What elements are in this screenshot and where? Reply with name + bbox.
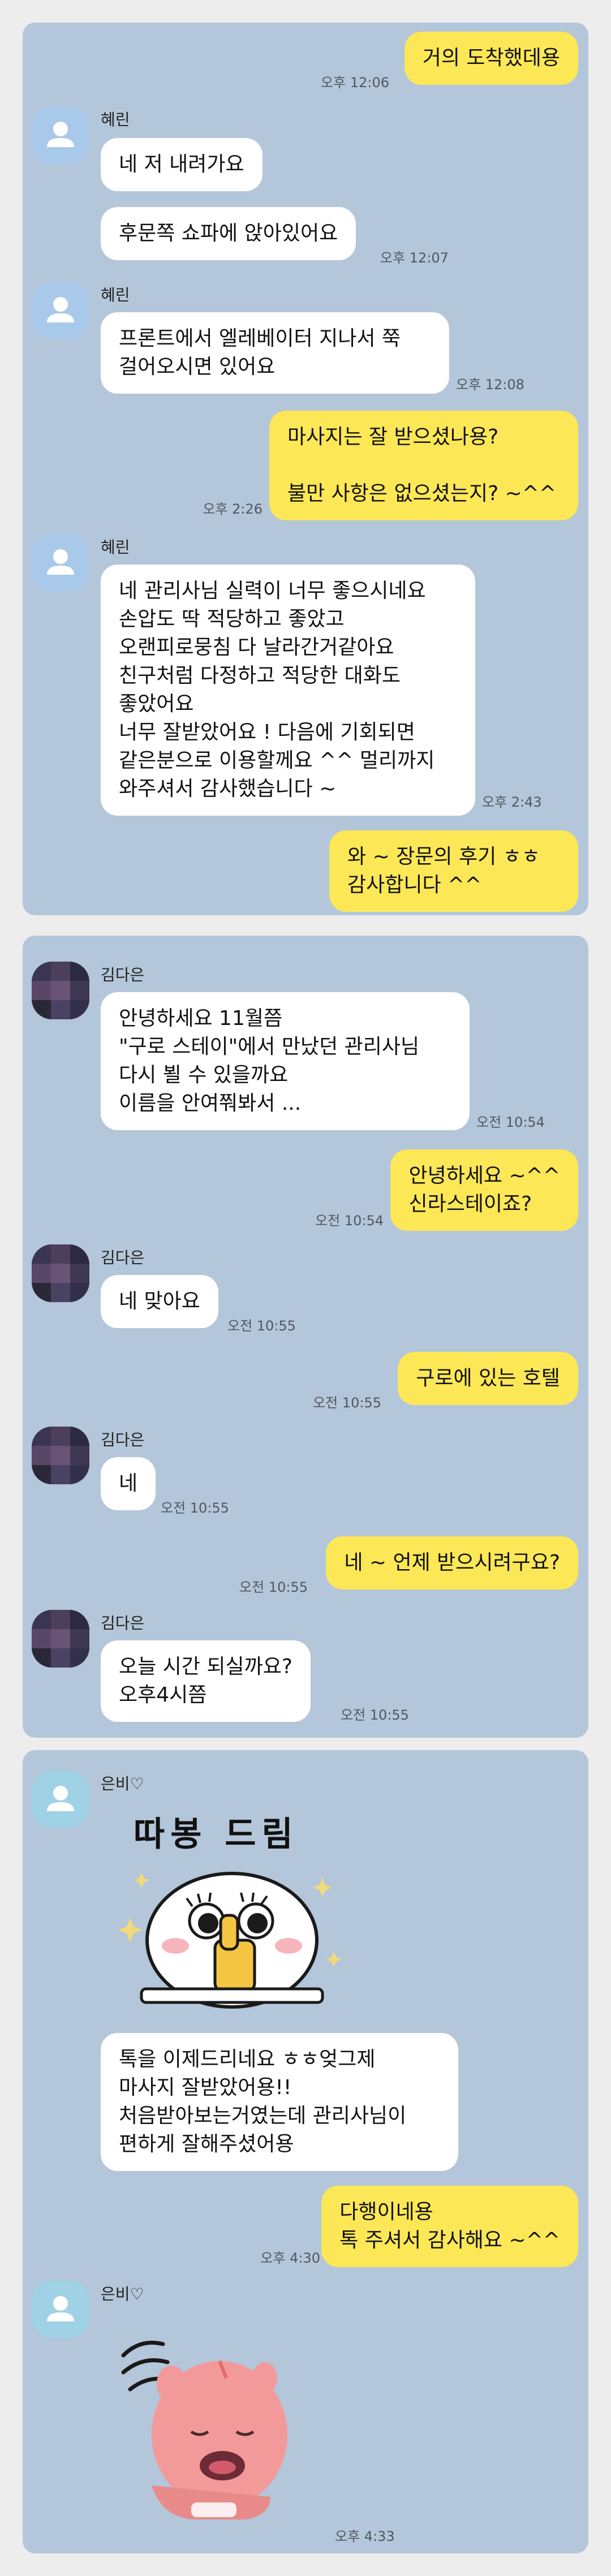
sender-name: 김다은 bbox=[101, 1431, 145, 1449]
chat-card-1: 거의 도착했데용 오후 12:06 혜린 네 저 내려가요 후문쪽 쇼파에 앉아… bbox=[23, 23, 588, 915]
outgoing-message[interactable]: 거의 도착했데용 bbox=[404, 32, 578, 85]
message-time: 오전 10:55 bbox=[341, 1707, 409, 1723]
message-time: 오후 4:33 bbox=[335, 2528, 395, 2544]
message-time: 오후 12:08 bbox=[456, 377, 524, 393]
message-time: 오전 10:55 bbox=[313, 1395, 381, 1411]
sender-name: 혜린 bbox=[101, 286, 130, 304]
pixelated-profile-photo bbox=[32, 1610, 89, 1668]
message-time: 오전 10:55 bbox=[161, 1500, 229, 1516]
pink-creature-sticker[interactable] bbox=[101, 2316, 304, 2531]
profile-avatar[interactable] bbox=[32, 1244, 89, 1302]
message-time: 오후 2:26 bbox=[203, 501, 263, 517]
profile-avatar[interactable] bbox=[32, 534, 89, 592]
message-time: 오후 12:07 bbox=[380, 250, 449, 266]
outgoing-message[interactable]: 마사지는 잘 받으셨나용? 불만 사항은 없으셨는지? ~^^ bbox=[269, 411, 578, 520]
incoming-message[interactable]: 안녕하세요 11월쯤 "구로 스테이"에서 만났던 관리사님 다시 뵐 수 있을… bbox=[101, 992, 470, 1130]
chat-card-3: 은비♡ 따봉 드림 톡을 이제드리네요 ㅎㅎ엊그제 마사지 잘받았어용!! 처음… bbox=[23, 1750, 588, 2553]
sender-name: 김다은 bbox=[101, 966, 145, 984]
profile-avatar[interactable] bbox=[32, 1610, 89, 1668]
outgoing-message[interactable]: 네 ~ 언제 받으시려구요? bbox=[326, 1536, 578, 1589]
sender-name: 김다은 bbox=[101, 1248, 145, 1267]
message-time: 오전 10:54 bbox=[315, 1213, 384, 1229]
profile-avatar[interactable] bbox=[32, 962, 89, 1019]
profile-avatar[interactable] bbox=[32, 282, 89, 339]
sticker-caption: 따봉 드림 bbox=[134, 1815, 299, 1854]
message-time: 오전 10:55 bbox=[239, 1579, 308, 1595]
outgoing-message[interactable]: 와 ~ 장문의 후기 ㅎㅎ 감사합니다 ^^ bbox=[329, 830, 578, 912]
message-time: 오후 12:06 bbox=[321, 75, 389, 91]
incoming-message[interactable]: 네 관리사님 실력이 너무 좋으시네요 손압도 딱 적당하고 좋았고 오랜피로뭉… bbox=[101, 565, 475, 816]
message-time: 오전 10:55 bbox=[227, 1318, 296, 1334]
sender-name: 혜린 bbox=[101, 538, 130, 557]
outgoing-message[interactable]: 다행이네용 톡 주셔서 감사해요 ~^^ bbox=[321, 2186, 578, 2267]
incoming-message[interactable]: 후문쪽 쇼파에 앉아있어요 bbox=[101, 207, 356, 260]
default-profile-icon bbox=[47, 1786, 74, 1811]
message-time: 오후 2:43 bbox=[482, 794, 542, 810]
profile-avatar[interactable] bbox=[32, 1771, 89, 1828]
incoming-message[interactable]: 네 bbox=[101, 1457, 156, 1510]
incoming-message[interactable]: 오늘 시간 되실까요? 오후4시쯤 bbox=[101, 1640, 311, 1722]
incoming-message[interactable]: 톡을 이제드리네요 ㅎㅎ엊그제 마사지 잘받았어용!! 처음받아보는거였는데 관… bbox=[101, 2033, 458, 2171]
default-profile-icon bbox=[47, 549, 74, 575]
outgoing-message[interactable]: 구로에 있는 호텔 bbox=[398, 1352, 578, 1405]
pixelated-profile-photo bbox=[32, 962, 89, 1019]
outgoing-message[interactable]: 안녕하세요 ~^^ 신라스테이죠? bbox=[390, 1149, 578, 1231]
incoming-message[interactable]: 네 맞아요 bbox=[101, 1275, 218, 1328]
incoming-message[interactable]: 네 저 내려가요 bbox=[101, 138, 263, 191]
chat-card-2: 김다은 안녕하세요 11월쯤 "구로 스테이"에서 만났던 관리사님 다시 뵐 … bbox=[23, 936, 588, 1738]
sender-name: 은비♡ bbox=[101, 2285, 144, 2303]
profile-avatar[interactable] bbox=[32, 2281, 89, 2338]
thumbs-up-sticker[interactable] bbox=[107, 1861, 356, 2019]
default-profile-icon bbox=[47, 297, 74, 322]
profile-avatar[interactable] bbox=[32, 106, 89, 164]
sender-name: 혜린 bbox=[101, 110, 130, 129]
default-profile-icon bbox=[47, 2296, 74, 2321]
incoming-message[interactable]: 프론트에서 엘레베이터 지나서 쭉 걸어오시면 있어요 bbox=[101, 312, 449, 394]
default-profile-icon bbox=[47, 122, 74, 147]
sender-name: 김다은 bbox=[101, 1614, 145, 1632]
profile-avatar[interactable] bbox=[32, 1427, 89, 1484]
message-time: 오후 4:30 bbox=[260, 2250, 320, 2266]
pixelated-profile-photo bbox=[32, 1427, 89, 1484]
message-time: 오전 10:54 bbox=[476, 1114, 545, 1130]
sender-name: 은비♡ bbox=[101, 1774, 144, 1793]
pixelated-profile-photo bbox=[32, 1244, 89, 1302]
